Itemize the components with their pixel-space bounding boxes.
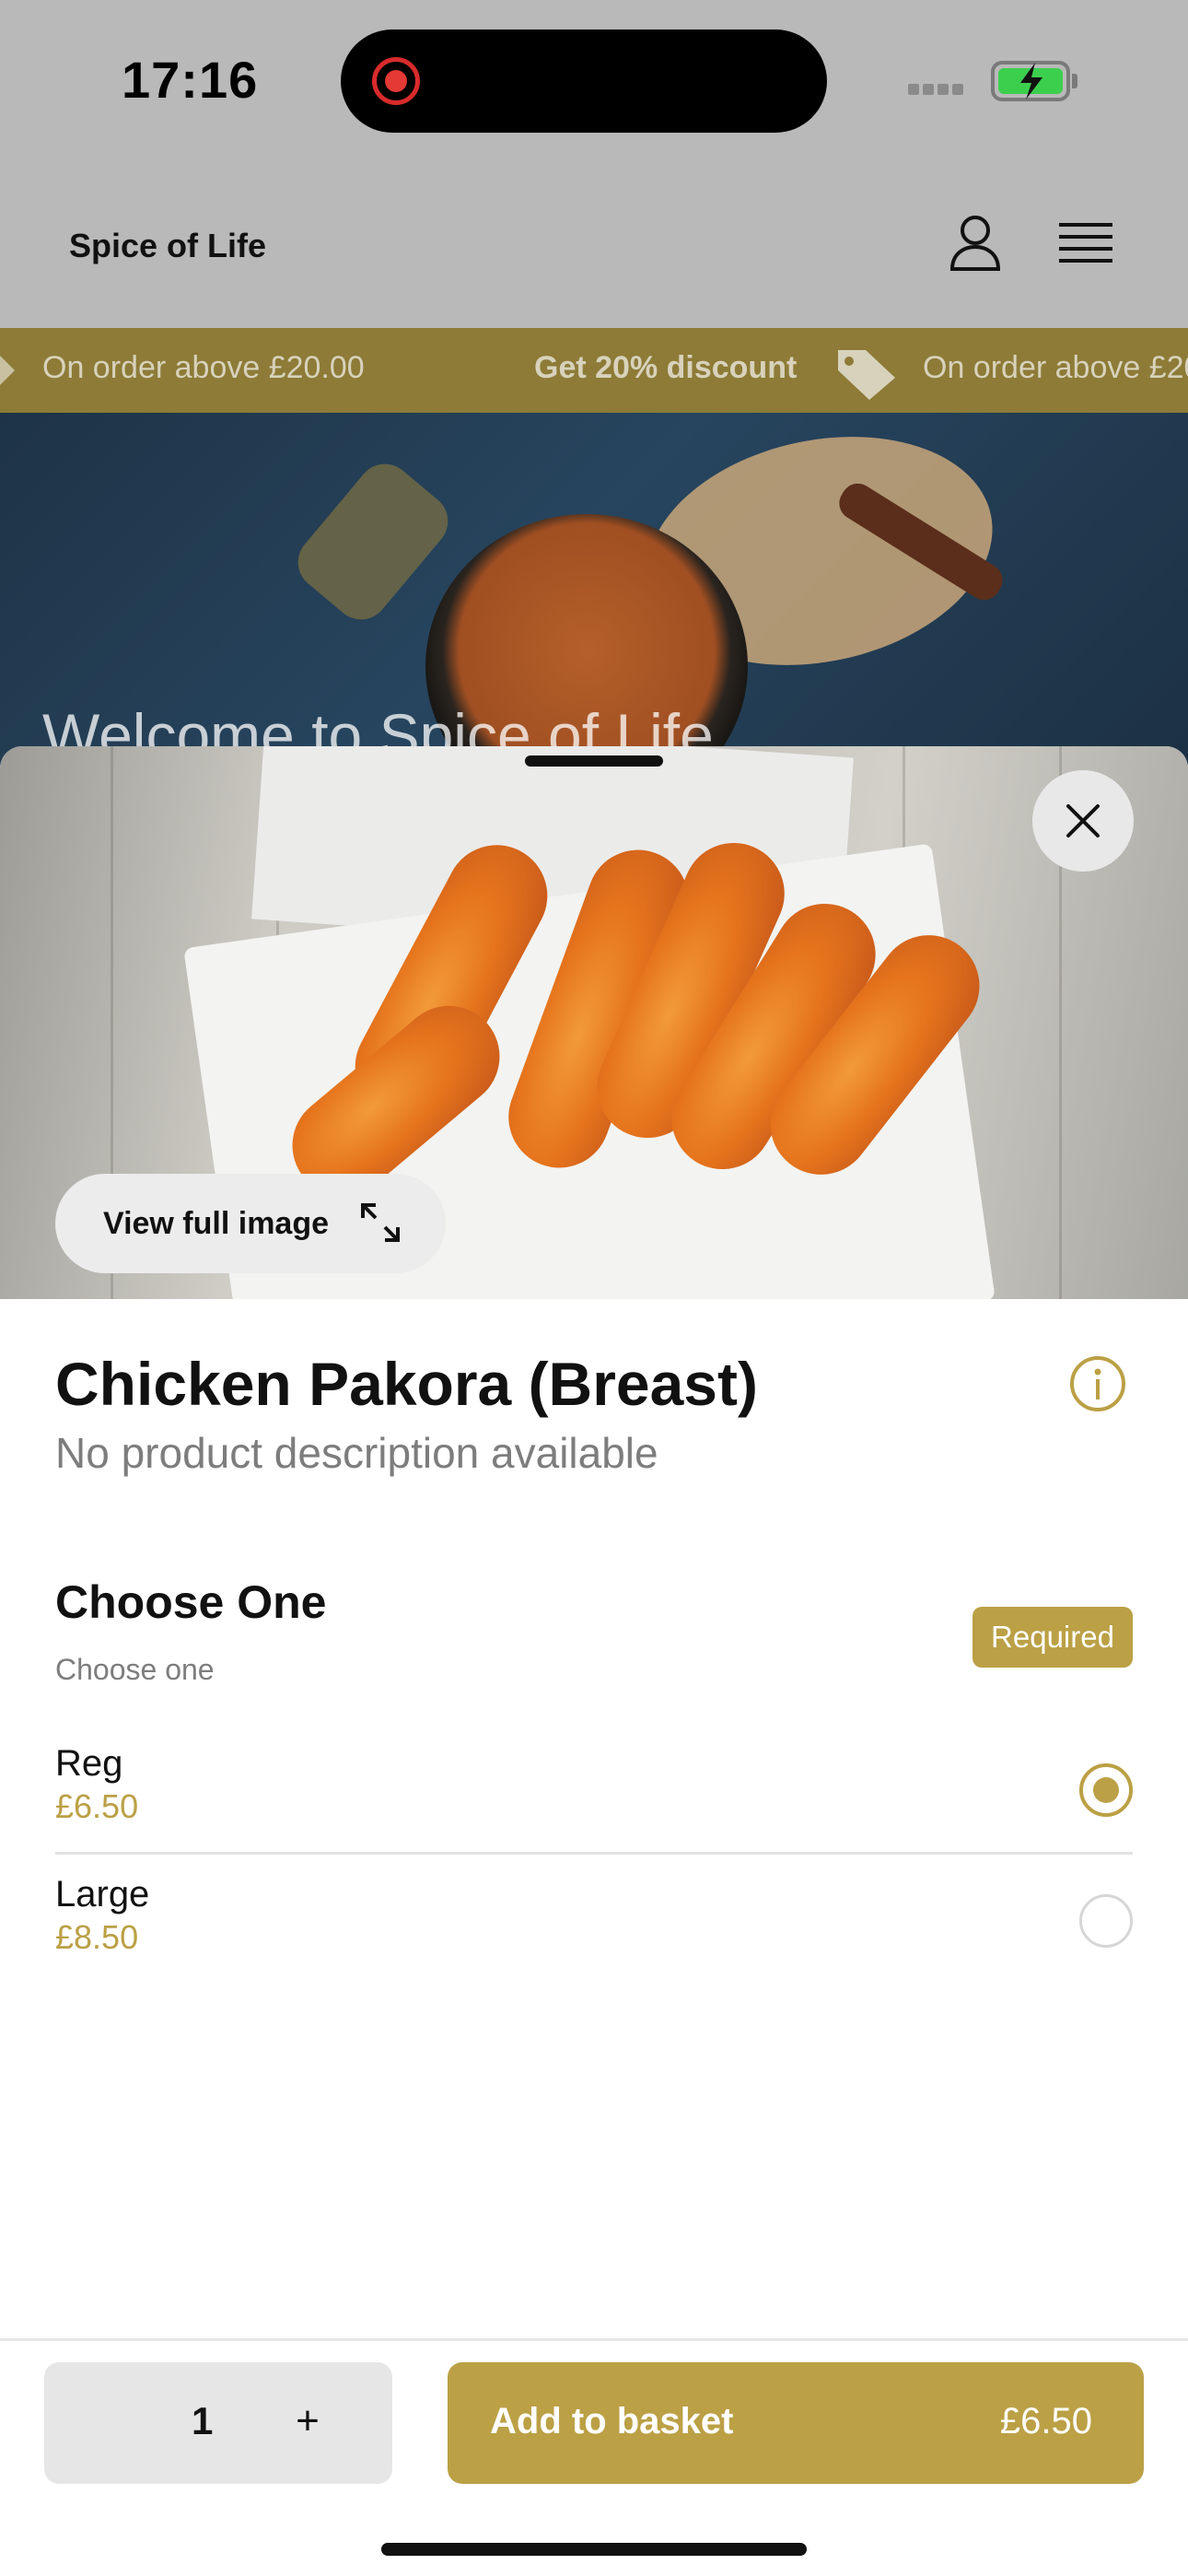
brand-name[interactable]: Spice of Life — [69, 227, 266, 265]
option-name: Large — [55, 1874, 150, 1914]
promo-text: On order above £20.00 — [923, 350, 1188, 385]
close-button[interactable] — [1032, 770, 1134, 872]
user-icon[interactable] — [949, 214, 1002, 273]
view-full-image-button[interactable]: View full image — [55, 1174, 446, 1273]
app-header: Spice of Life — [0, 166, 1188, 328]
quantity-plus-button[interactable]: + — [280, 2394, 335, 2449]
required-badge: Required — [973, 1607, 1133, 1668]
dynamic-island — [341, 29, 827, 133]
quantity-stepper: 1 + — [44, 2362, 392, 2484]
close-icon — [1066, 804, 1100, 837]
option-price: £6.50 — [55, 1787, 139, 1825]
signal-icon — [908, 83, 967, 100]
sheet-grabber[interactable] — [525, 755, 663, 767]
status-time: 17:16 — [122, 51, 259, 109]
option-large[interactable]: Large £8.50 — [55, 1854, 1133, 1985]
add-to-basket-label: Add to basket — [490, 2401, 734, 2441]
promo-arrow-icon — [0, 356, 15, 385]
radio-selected[interactable] — [1079, 1763, 1133, 1817]
recording-icon — [372, 57, 420, 105]
home-indicator[interactable] — [381, 2543, 807, 2556]
option-price: £8.50 — [55, 1918, 139, 1956]
option-group-subtitle: Choose one — [55, 1653, 215, 1686]
option-name: Reg — [55, 1743, 123, 1784]
option-group-title: Choose One — [55, 1576, 327, 1628]
radio-unselected[interactable] — [1079, 1894, 1133, 1948]
promo-text: Get 20% discount — [534, 350, 798, 385]
quantity-value: 1 — [192, 2399, 214, 2442]
add-to-basket-price: £6.50 — [999, 2401, 1092, 2441]
option-reg[interactable]: Reg £6.50 — [55, 1723, 1133, 1854]
expand-icon — [361, 1203, 400, 1242]
product-title: Chicken Pakora (Breast) — [55, 1350, 758, 1418]
view-full-image-label: View full image — [103, 1206, 330, 1241]
footer-divider — [0, 2338, 1188, 2341]
promo-text: On order above £20.00 — [42, 350, 365, 385]
status-bar: 17:16 — [0, 0, 1188, 166]
info-icon[interactable] — [1068, 1354, 1127, 1413]
tag-icon — [838, 350, 895, 400]
menu-icon[interactable] — [1059, 221, 1112, 265]
hero-banner: Welcome to Spice of Life — [0, 413, 1188, 781]
product-sheet: View full image Chicken Pakora (Breast) … — [0, 746, 1188, 2576]
product-description: No product description available — [55, 1429, 658, 1477]
add-to-basket-button[interactable]: Add to basket £6.50 — [448, 2362, 1144, 2484]
promo-banner: On order above £20.00 Get 20% discount O… — [0, 328, 1188, 413]
battery-icon — [991, 61, 1070, 101]
